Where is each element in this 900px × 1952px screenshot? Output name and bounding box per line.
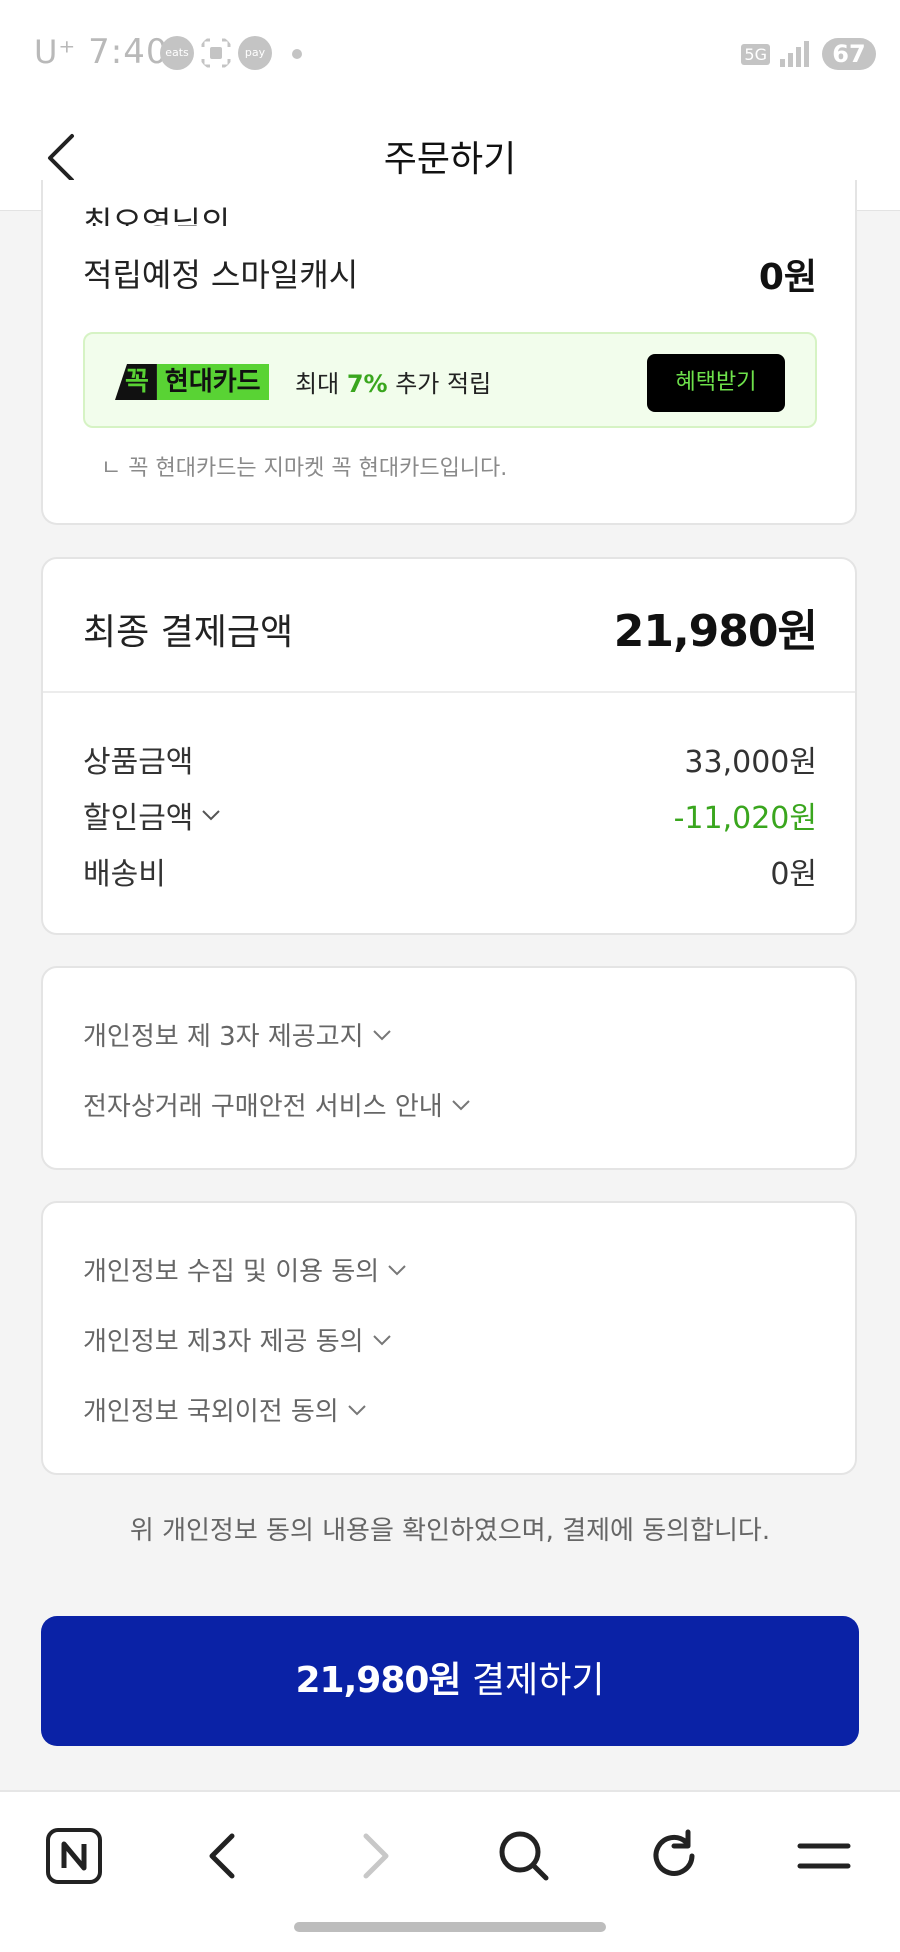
shipping-fee-value: 0원 [770, 857, 817, 892]
product-amount-label: 상품금액 [83, 745, 194, 780]
status-bar: U⁺ 7:40 eats pay 5G 67 [0, 0, 900, 106]
chevron-down-icon [348, 1404, 366, 1415]
pay-button[interactable]: 21,980원 결제하기 [41, 1616, 859, 1746]
carrier-label: U⁺ [34, 33, 77, 71]
promo-note: ㄴ 꼭 현대카드는 지마켓 꼭 현대카드입니다. [101, 456, 508, 481]
discount-amount-row[interactable]: 할인금액 -11,020원 [83, 793, 817, 836]
eats-app-icon: eats [160, 36, 194, 70]
reward-label: 적립예정 스마일캐시 [83, 256, 359, 294]
reward-owner: 최오영님의 [83, 206, 231, 226]
agreement-label: 개인정보 수집 및 이용 동의 [83, 1257, 380, 1287]
search-icon[interactable] [492, 1824, 556, 1888]
notification-dot-icon [292, 49, 302, 59]
battery-indicator: 67 [822, 38, 876, 70]
agreement-overseas-link[interactable]: 개인정보 국외이전 동의 [83, 1391, 369, 1428]
agreement-collect-link[interactable]: 개인정보 수집 및 이용 동의 [83, 1251, 409, 1288]
final-amount-label: 최종 결제금액 [83, 612, 294, 653]
third-party-notice-link[interactable]: 개인정보 제 3자 제공고지 [83, 1016, 394, 1053]
product-amount-value: 33,000원 [684, 745, 817, 780]
chevron-down-icon[interactable] [199, 803, 223, 827]
browser-nav-bar [0, 1790, 900, 1952]
agreement-label: 개인정보 제3자 제공 동의 [83, 1327, 364, 1357]
status-time: U⁺ 7:40 [34, 32, 168, 72]
discount-amount-value: -11,020원 [673, 801, 817, 836]
chevron-down-icon [388, 1264, 406, 1275]
signal-icon [780, 41, 809, 67]
pay-amount: 21,980원 [295, 1660, 462, 1701]
forward-arrow-icon[interactable] [342, 1824, 406, 1888]
payment-summary-card: 최종 결제금액 21,980원 상품금액 33,000원 할인금액 -11,02… [41, 557, 857, 935]
chevron-down-icon [372, 1334, 391, 1345]
promo-prefix: 최대 [295, 370, 340, 398]
hyundai-card-logo: 꼭 현대카드 [115, 364, 269, 400]
clock: 7:40 [88, 32, 169, 72]
agreement-label: 개인정보 국외이전 동의 [83, 1397, 339, 1427]
scan-icon [201, 38, 231, 68]
home-indicator [294, 1922, 606, 1932]
divider [43, 691, 855, 693]
agreements-card: 개인정보 수집 및 이용 동의 개인정보 제3자 제공 동의 개인정보 국외이전… [41, 1201, 857, 1475]
logo-name: 현대카드 [156, 364, 269, 400]
logo-mark: 꼭 [115, 364, 157, 400]
notice-label: 개인정보 제 3자 제공고지 [83, 1022, 364, 1052]
page-title: 주문하기 [383, 139, 517, 180]
discount-amount-label: 할인금액 [83, 801, 194, 836]
chevron-down-icon [372, 1029, 391, 1040]
pay-app-icon: pay [238, 36, 272, 70]
notices-card: 개인정보 제 3자 제공고지 전자상거래 구매안전 서비스 안내 [41, 966, 857, 1170]
menu-icon[interactable] [792, 1824, 856, 1888]
reward-card: 최오영님의 적립예정 스마일캐시 0원 꼭 현대카드 최대 7% 추가 적립 혜… [41, 180, 857, 525]
back-arrow-icon[interactable] [192, 1824, 256, 1888]
status-right: 5G 67 [741, 34, 876, 74]
promo-text: 최대 7% 추가 적립 [295, 364, 491, 399]
agreement-third-party-link[interactable]: 개인정보 제3자 제공 동의 [83, 1321, 394, 1358]
chevron-down-icon [451, 1099, 470, 1110]
notice-label: 전자상거래 구매안전 서비스 안내 [83, 1092, 443, 1122]
naver-n-icon[interactable] [42, 1824, 106, 1888]
refresh-icon[interactable] [642, 1824, 706, 1888]
shipping-fee-label: 배송비 [83, 857, 166, 892]
consent-text: 위 개인정보 동의 내용을 확인하였으며, 결제에 동의합니다. [129, 1516, 771, 1546]
product-amount-row: 상품금액 33,000원 [83, 737, 817, 780]
network-label: 5G [741, 43, 770, 65]
promo-suffix: 추가 적립 [395, 370, 492, 398]
hyundai-card-promo: 꼭 현대카드 최대 7% 추가 적립 혜택받기 [83, 332, 817, 428]
get-benefit-button[interactable]: 혜택받기 [647, 354, 785, 412]
reward-value: 0원 [758, 257, 817, 298]
safe-purchase-notice-link[interactable]: 전자상거래 구매안전 서비스 안내 [83, 1086, 473, 1123]
pay-label: 결제하기 [472, 1660, 605, 1701]
shipping-fee-row: 배송비 0원 [83, 849, 817, 892]
final-amount-value: 21,980원 [613, 606, 818, 657]
promo-percent: 7% [346, 370, 388, 398]
